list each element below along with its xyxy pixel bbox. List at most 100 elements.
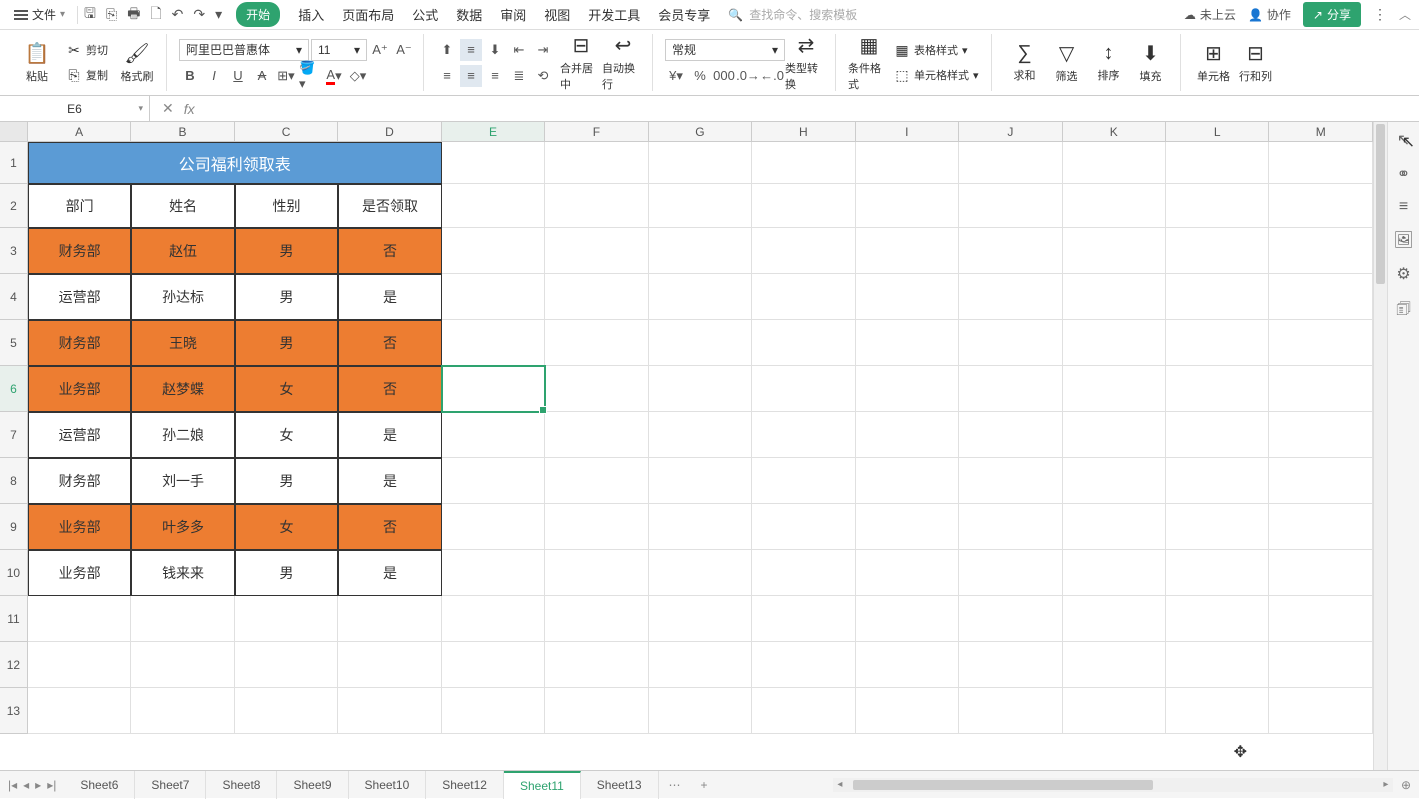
cell-G3[interactable] <box>649 228 752 274</box>
backup-icon[interactable]: 🗊 <box>1396 298 1411 325</box>
cell-button[interactable]: ⊞单元格 <box>1193 41 1235 84</box>
cell-K5[interactable] <box>1063 320 1166 366</box>
cell-H5[interactable] <box>752 320 855 366</box>
formula-input[interactable] <box>207 96 1419 121</box>
cell-G11[interactable] <box>649 596 752 642</box>
cell-H9[interactable] <box>752 504 855 550</box>
cell-G10[interactable] <box>649 550 752 596</box>
cell-H4[interactable] <box>752 274 855 320</box>
justify-button[interactable]: ≣ <box>508 65 530 87</box>
sheet-tab-Sheet8[interactable]: Sheet8 <box>206 771 277 799</box>
type-convert-button[interactable]: ⇄ 类型转换 <box>785 33 827 92</box>
cell-B8[interactable]: 刘一手 <box>131 458 234 504</box>
cell-M5[interactable] <box>1269 320 1372 366</box>
cell-C8[interactable]: 男 <box>235 458 338 504</box>
align-left-button[interactable]: ≡ <box>436 65 458 87</box>
tab-member[interactable]: 会员专享 <box>658 5 710 24</box>
cell-M11[interactable] <box>1269 596 1372 642</box>
cell-F12[interactable] <box>545 642 648 688</box>
cell-G8[interactable] <box>649 458 752 504</box>
sheet-more-icon[interactable]: ⋯ <box>659 778 691 792</box>
tab-insert[interactable]: 插入 <box>298 5 324 24</box>
cell-G7[interactable] <box>649 412 752 458</box>
row-header-4[interactable]: 4 <box>0 274 28 320</box>
sheet-last-icon[interactable]: ▸| <box>47 778 56 792</box>
sheet-tab-Sheet12[interactable]: Sheet12 <box>426 771 504 799</box>
col-header-G[interactable]: G <box>649 122 752 142</box>
cell-M4[interactable] <box>1269 274 1372 320</box>
cell-C12[interactable] <box>235 642 338 688</box>
cell-B9[interactable]: 叶多多 <box>131 504 234 550</box>
cell-C13[interactable] <box>235 688 338 734</box>
cell-H1[interactable] <box>752 142 855 184</box>
cell-L4[interactable] <box>1166 274 1269 320</box>
cell-F4[interactable] <box>545 274 648 320</box>
cell-C9[interactable]: 女 <box>235 504 338 550</box>
cell-B10[interactable]: 钱来来 <box>131 550 234 596</box>
cell-J9[interactable] <box>959 504 1062 550</box>
scroll-thumb[interactable] <box>853 780 1153 790</box>
redo-icon[interactable]: ↷ <box>193 6 205 23</box>
file-menu[interactable]: 文件 ▾ <box>8 3 71 26</box>
font-color-button[interactable]: A▾ <box>323 65 345 87</box>
cell-D5[interactable]: 否 <box>338 320 441 366</box>
comma-button[interactable]: 000 <box>713 65 735 87</box>
cell-J2[interactable] <box>959 184 1062 228</box>
cell-M8[interactable] <box>1269 458 1372 504</box>
cell-D12[interactable] <box>338 642 441 688</box>
underline-button[interactable]: U <box>227 65 249 87</box>
row-header-10[interactable]: 10 <box>0 550 28 596</box>
cell-K1[interactable] <box>1063 142 1166 184</box>
cell-F2[interactable] <box>545 184 648 228</box>
undo-icon[interactable]: ↶ <box>172 6 184 23</box>
cell-F1[interactable] <box>545 142 648 184</box>
add-sheet-button[interactable]: + <box>691 778 718 792</box>
cell-B13[interactable] <box>131 688 234 734</box>
italic-button[interactable]: I <box>203 65 225 87</box>
wrap-text-button[interactable]: ↩ 自动换行 <box>602 33 644 92</box>
cell-E7[interactable] <box>442 412 545 458</box>
align-middle-button[interactable]: ≡ <box>460 39 482 61</box>
row-header-6[interactable]: 6 <box>0 366 28 412</box>
tab-developer[interactable]: 开发工具 <box>588 5 640 24</box>
cell-I3[interactable] <box>856 228 959 274</box>
bold-button[interactable]: B <box>179 65 201 87</box>
sort-button[interactable]: ↕排序 <box>1088 42 1130 83</box>
decrease-decimal-button[interactable]: ←.0 <box>761 65 783 87</box>
save-icon[interactable]: 🖫 <box>84 3 96 27</box>
cell-H7[interactable] <box>752 412 855 458</box>
cell-G9[interactable] <box>649 504 752 550</box>
cell-B2[interactable]: 姓名 <box>131 184 234 228</box>
clear-format-button[interactable]: ◇▾ <box>347 65 369 87</box>
cell-C11[interactable] <box>235 596 338 642</box>
cell-D10[interactable]: 是 <box>338 550 441 596</box>
cell-H8[interactable] <box>752 458 855 504</box>
font-size-select[interactable]: 11▾ <box>311 39 367 61</box>
settings-icon[interactable]: ⚙ <box>1396 264 1410 284</box>
table-title[interactable]: 公司福利领取表 <box>28 142 442 184</box>
cell-L10[interactable] <box>1166 550 1269 596</box>
cell-D13[interactable] <box>338 688 441 734</box>
print-preview-icon[interactable]: 🗋 <box>150 3 161 27</box>
cell-F6[interactable] <box>545 366 648 412</box>
scroll-thumb[interactable] <box>1376 124 1385 284</box>
select-icon[interactable]: ↖ <box>1397 130 1410 150</box>
increase-font-button[interactable]: A⁺ <box>369 39 391 61</box>
cell-E9[interactable] <box>442 504 545 550</box>
cell-C5[interactable]: 男 <box>235 320 338 366</box>
cell-A6[interactable]: 业务部 <box>28 366 131 412</box>
cell-E12[interactable] <box>442 642 545 688</box>
cell-K11[interactable] <box>1063 596 1166 642</box>
vertical-scrollbar[interactable] <box>1373 122 1387 770</box>
orientation-button[interactable]: ⟲ <box>532 65 554 87</box>
cell-A4[interactable]: 运营部 <box>28 274 131 320</box>
sheet-prev-icon[interactable]: ◂ <box>23 778 29 792</box>
decrease-font-button[interactable]: A⁻ <box>393 39 415 61</box>
gallery-icon[interactable]: 🖼 <box>1393 230 1413 250</box>
currency-button[interactable]: ¥▾ <box>665 65 687 87</box>
cell-I8[interactable] <box>856 458 959 504</box>
cell-M7[interactable] <box>1269 412 1372 458</box>
cell-I12[interactable] <box>856 642 959 688</box>
cell-K3[interactable] <box>1063 228 1166 274</box>
align-bottom-button[interactable]: ⬇ <box>484 39 506 61</box>
